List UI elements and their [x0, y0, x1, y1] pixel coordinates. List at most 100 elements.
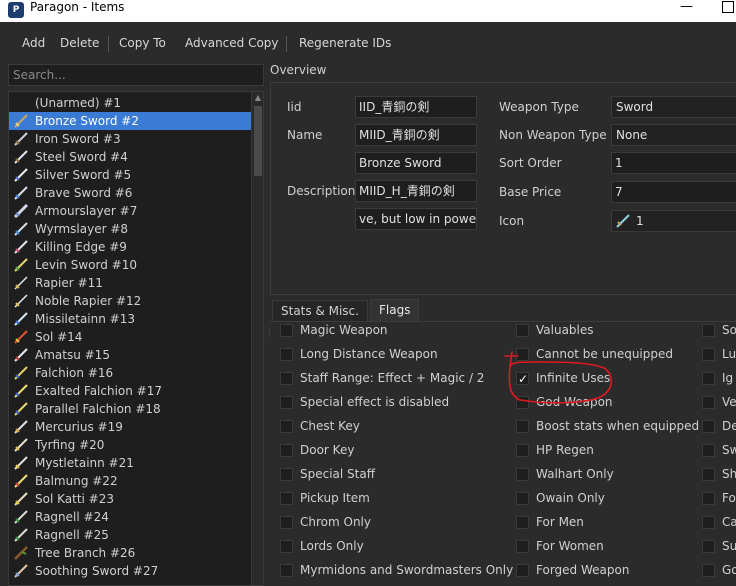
checkbox[interactable] — [516, 444, 529, 457]
flag-boost-stats[interactable]: Boost stats when equipped — [516, 418, 699, 438]
flag-col3-item[interactable]: Lu — [702, 346, 736, 366]
base-price-field[interactable]: 7 — [611, 181, 736, 203]
list-item[interactable]: Killing Edge #9 — [9, 238, 251, 256]
flag-col3-item[interactable]: Ve — [702, 394, 736, 414]
checkbox[interactable] — [702, 540, 715, 553]
checkbox[interactable] — [702, 324, 715, 337]
flag-forged-weapon[interactable]: Forged Weapon — [516, 562, 629, 582]
tab-stats-misc[interactable]: Stats & Misc. — [272, 300, 368, 322]
advanced-copy-button[interactable]: Advanced Copy — [185, 36, 279, 50]
list-item[interactable]: Noble Rapier #12 — [9, 292, 251, 310]
list-item[interactable]: Levin Sword #10 — [9, 256, 251, 274]
delete-button[interactable]: Delete — [60, 36, 99, 50]
list-item[interactable]: (Unarmed) #1 — [9, 94, 251, 112]
copy-to-button[interactable]: Copy To — [119, 36, 166, 50]
checkbox[interactable] — [702, 396, 715, 409]
description-field[interactable]: MIID_H_青銅の剣 — [355, 180, 477, 202]
checkbox[interactable] — [702, 420, 715, 433]
checkbox[interactable] — [516, 324, 529, 337]
flag-owain-only[interactable]: Owain Only — [516, 490, 605, 510]
list-item[interactable]: Sol #14 — [9, 328, 251, 346]
flag-col3-item[interactable]: Su — [702, 538, 736, 558]
flag-long-distance-weapon[interactable]: Long Distance Weapon — [280, 346, 438, 366]
flag-cannot-be-unequipped[interactable]: Cannot be unequipped — [516, 346, 673, 366]
checkbox[interactable] — [280, 564, 293, 577]
checkbox-checked[interactable] — [516, 371, 529, 387]
flag-valuables[interactable]: Valuables — [516, 322, 594, 342]
list-item[interactable]: Brave Sword #6 — [9, 184, 251, 202]
flag-walhart-only[interactable]: Walhart Only — [516, 466, 614, 486]
flag-col3-item[interactable]: Ig — [702, 370, 733, 390]
flag-staff-range[interactable]: Staff Range: Effect + Magic / 2 — [280, 370, 484, 390]
description-text-field[interactable]: ve, but low in power. — [355, 208, 477, 230]
checkbox[interactable] — [516, 348, 529, 361]
list-item[interactable]: Steel Sword #4 — [9, 148, 251, 166]
flag-col3-item[interactable]: So — [702, 322, 736, 342]
checkbox[interactable] — [516, 540, 529, 553]
checkbox[interactable] — [516, 396, 529, 409]
flag-col3-item[interactable]: Sw — [702, 442, 736, 462]
checkbox[interactable] — [280, 420, 293, 433]
checkbox[interactable] — [280, 396, 293, 409]
checkbox[interactable] — [280, 348, 293, 361]
checkbox[interactable] — [280, 468, 293, 481]
flag-for-women[interactable]: For Women — [516, 538, 604, 558]
tab-flags[interactable]: Flags — [370, 299, 420, 322]
item-list[interactable]: (Unarmed) #1 Bronze Sword #2 Iron Sword … — [8, 91, 264, 586]
list-item[interactable]: Mystletainn #21 — [9, 454, 251, 472]
list-item[interactable]: Ragnell #24 — [9, 508, 251, 526]
checkbox[interactable] — [702, 564, 715, 577]
flag-god-weapon[interactable]: God Weapon — [516, 394, 613, 414]
weapon-type-select[interactable]: Sword — [611, 96, 736, 118]
list-item[interactable]: Armourslayer #7 — [9, 202, 251, 220]
checkbox[interactable] — [280, 516, 293, 529]
splitter-handle[interactable]: ⋮⋮ — [266, 328, 274, 350]
add-button[interactable]: Add — [22, 36, 45, 50]
name-display-field[interactable]: Bronze Sword — [355, 152, 477, 174]
flag-special-staff[interactable]: Special Staff — [280, 466, 375, 486]
flag-col3-item[interactable]: Sh — [702, 466, 736, 486]
flag-infinite-uses[interactable]: Infinite Uses — [516, 370, 610, 390]
flag-col3-item[interactable]: Ca — [702, 514, 736, 534]
list-item[interactable]: Parallel Falchion #18 — [9, 400, 251, 418]
list-item-selected[interactable]: Bronze Sword #2 — [9, 112, 251, 130]
regenerate-ids-button[interactable]: Regenerate IDs — [299, 36, 391, 50]
checkbox[interactable] — [516, 564, 529, 577]
checkbox[interactable] — [280, 540, 293, 553]
list-scrollbar[interactable]: ▲ — [251, 92, 263, 585]
flag-for-men[interactable]: For Men — [516, 514, 584, 534]
checkbox[interactable] — [516, 468, 529, 481]
list-item[interactable]: Balmung #22 — [9, 472, 251, 490]
maximize-button[interactable] — [722, 1, 734, 13]
checkbox[interactable] — [702, 468, 715, 481]
checkbox[interactable] — [702, 372, 715, 385]
list-item[interactable]: Sol Katti #23 — [9, 490, 251, 508]
list-item[interactable]: Mercurius #19 — [9, 418, 251, 436]
list-item[interactable]: Rapier #11 — [9, 274, 251, 292]
icon-select[interactable]: 1 — [611, 210, 736, 232]
search-input[interactable] — [8, 64, 264, 86]
checkbox[interactable] — [702, 348, 715, 361]
list-item[interactable]: Amatsu #15 — [9, 346, 251, 364]
list-item[interactable]: Tyrfing #20 — [9, 436, 251, 454]
flag-door-key[interactable]: Door Key — [280, 442, 354, 462]
list-item[interactable]: Soothing Sword #27 — [9, 562, 251, 580]
checkbox[interactable] — [516, 420, 529, 433]
flag-magic-weapon[interactable]: Magic Weapon — [280, 322, 388, 342]
list-item[interactable]: Ragnell #25 — [9, 526, 251, 544]
checkbox[interactable] — [280, 444, 293, 457]
flag-col3-item[interactable]: Go — [702, 562, 736, 582]
scroll-up-icon[interactable]: ▲ — [253, 93, 263, 103]
name-field[interactable]: MIID_青銅の剣 — [355, 124, 477, 146]
checkbox[interactable] — [702, 516, 715, 529]
checkbox[interactable] — [280, 324, 293, 337]
flag-special-effect-disabled[interactable]: Special effect is disabled — [280, 394, 449, 414]
flag-chest-key[interactable]: Chest Key — [280, 418, 360, 438]
flag-col3-item[interactable]: Fo — [702, 490, 736, 510]
list-item[interactable]: Iron Sword #3 — [9, 130, 251, 148]
flag-myrmidons-only[interactable]: Myrmidons and Swordmasters Only — [280, 562, 513, 582]
sort-order-field[interactable]: 1 — [611, 152, 736, 174]
minimize-button[interactable]: — — [680, 0, 693, 14]
list-item[interactable]: Missiletainn #13 — [9, 310, 251, 328]
non-weapon-type-select[interactable]: None — [611, 124, 736, 146]
